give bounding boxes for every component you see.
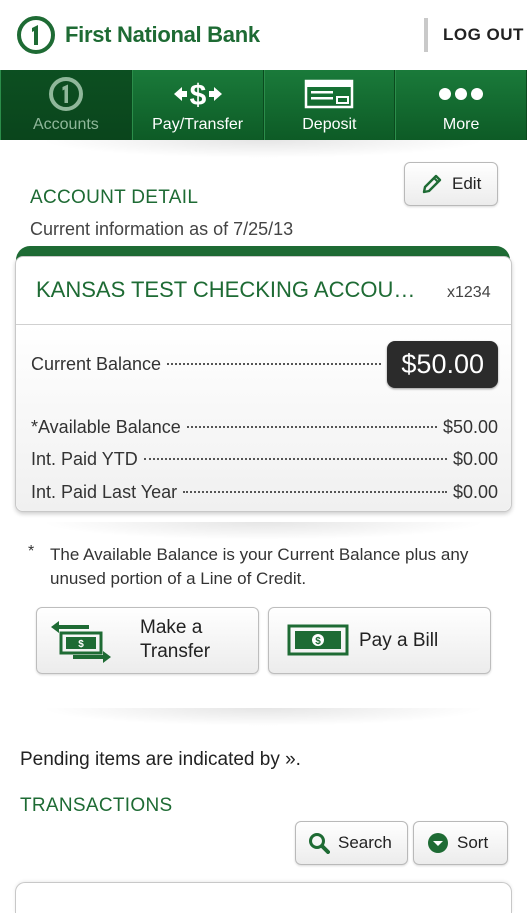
make-transfer-button[interactable]: $ Make a Transfer bbox=[36, 607, 259, 674]
leader-dots bbox=[167, 362, 382, 365]
tab-pay-transfer-label: Pay/Transfer bbox=[152, 116, 244, 133]
svg-text:$: $ bbox=[189, 79, 206, 112]
leader-dots bbox=[183, 490, 447, 493]
available-balance-note: The Available Balance is your Current Ba… bbox=[50, 545, 469, 588]
search-button[interactable]: Search bbox=[295, 821, 408, 865]
sort-label: Sort bbox=[457, 833, 489, 852]
sort-chevron-icon bbox=[428, 833, 448, 853]
account-balances: Current Balance $50.00 *Available Balanc… bbox=[16, 325, 511, 511]
tab-deposit[interactable]: Deposit bbox=[263, 70, 396, 140]
current-balance-row: Current Balance $50.00 bbox=[31, 341, 498, 388]
transfer-money-icon: $ bbox=[51, 621, 111, 663]
edit-button[interactable]: Edit bbox=[404, 162, 498, 206]
check-icon bbox=[305, 79, 354, 109]
account-card: KANSAS TEST CHECKING ACCOU… x1234 Curren… bbox=[15, 256, 512, 512]
search-label: Search bbox=[338, 833, 392, 852]
current-balance-value: $50.00 bbox=[387, 341, 498, 388]
account-number: x1234 bbox=[447, 284, 491, 301]
footnote-star: * bbox=[28, 543, 35, 560]
more-dots-icon bbox=[439, 88, 484, 100]
pencil-icon bbox=[422, 174, 442, 194]
int-paid-last-year-row: Int. Paid Last Year $0.00 bbox=[31, 482, 498, 503]
current-balance-label: Current Balance bbox=[31, 354, 162, 374]
search-icon bbox=[309, 833, 330, 854]
sort-button[interactable]: Sort bbox=[413, 821, 508, 865]
tab-accounts-label: Accounts bbox=[32, 116, 99, 133]
bank-logo-icon bbox=[17, 16, 55, 54]
available-balance-value: $50.00 bbox=[442, 417, 498, 437]
available-balance-row: *Available Balance $50.00 bbox=[31, 417, 498, 438]
section-shadow bbox=[40, 522, 487, 540]
account-name: KANSAS TEST CHECKING ACCOU… bbox=[36, 277, 416, 302]
account-card-header[interactable]: KANSAS TEST CHECKING ACCOU… x1234 bbox=[16, 257, 511, 325]
int-paid-ytd-value: $0.00 bbox=[452, 449, 498, 469]
dollar-bill-icon: $ bbox=[287, 624, 349, 656]
svg-text:$: $ bbox=[78, 639, 84, 650]
header-divider bbox=[424, 18, 428, 52]
app-header: First National Bank LOG OUT bbox=[0, 0, 527, 71]
pay-bill-button[interactable]: $ Pay a Bill bbox=[268, 607, 491, 674]
int-paid-last-year-label: Int. Paid Last Year bbox=[31, 482, 178, 502]
main-nav: Accounts $ Pay/Transfer Deposit More bbox=[0, 70, 527, 140]
bank-name: First National Bank bbox=[65, 22, 260, 47]
pending-note: Pending items are indicated by ». bbox=[20, 749, 301, 770]
leader-dots bbox=[143, 457, 447, 460]
dollar-arrows-icon: $ bbox=[173, 79, 222, 112]
edit-label: Edit bbox=[452, 174, 482, 193]
as-of-text: Current information as of 7/25/13 bbox=[30, 219, 294, 239]
int-paid-ytd-row: Int. Paid YTD $0.00 bbox=[31, 449, 498, 470]
pay-bill-label: Pay a Bill bbox=[359, 630, 439, 651]
tab-more[interactable]: More bbox=[395, 70, 527, 140]
accounts-logo-icon bbox=[48, 77, 83, 111]
transactions-list bbox=[15, 882, 512, 913]
logout-button[interactable]: LOG OUT bbox=[443, 25, 524, 45]
make-transfer-label-2: Transfer bbox=[140, 641, 211, 662]
available-balance-label: *Available Balance bbox=[31, 417, 181, 437]
int-paid-last-year-value: $0.00 bbox=[452, 482, 498, 502]
tab-deposit-label: Deposit bbox=[302, 116, 357, 133]
tab-accounts[interactable]: Accounts bbox=[0, 70, 132, 140]
tab-more-label: More bbox=[442, 116, 480, 133]
account-detail-title: ACCOUNT DETAIL bbox=[30, 187, 199, 208]
int-paid-ytd-label: Int. Paid YTD bbox=[31, 449, 138, 469]
leader-dots bbox=[186, 425, 437, 428]
tab-pay-transfer[interactable]: $ Pay/Transfer bbox=[131, 70, 264, 140]
section-shadow bbox=[40, 140, 487, 158]
make-transfer-label-1: Make a bbox=[140, 617, 203, 638]
section-shadow bbox=[40, 708, 487, 726]
svg-text:$: $ bbox=[315, 636, 321, 647]
transactions-title: TRANSACTIONS bbox=[20, 795, 173, 816]
